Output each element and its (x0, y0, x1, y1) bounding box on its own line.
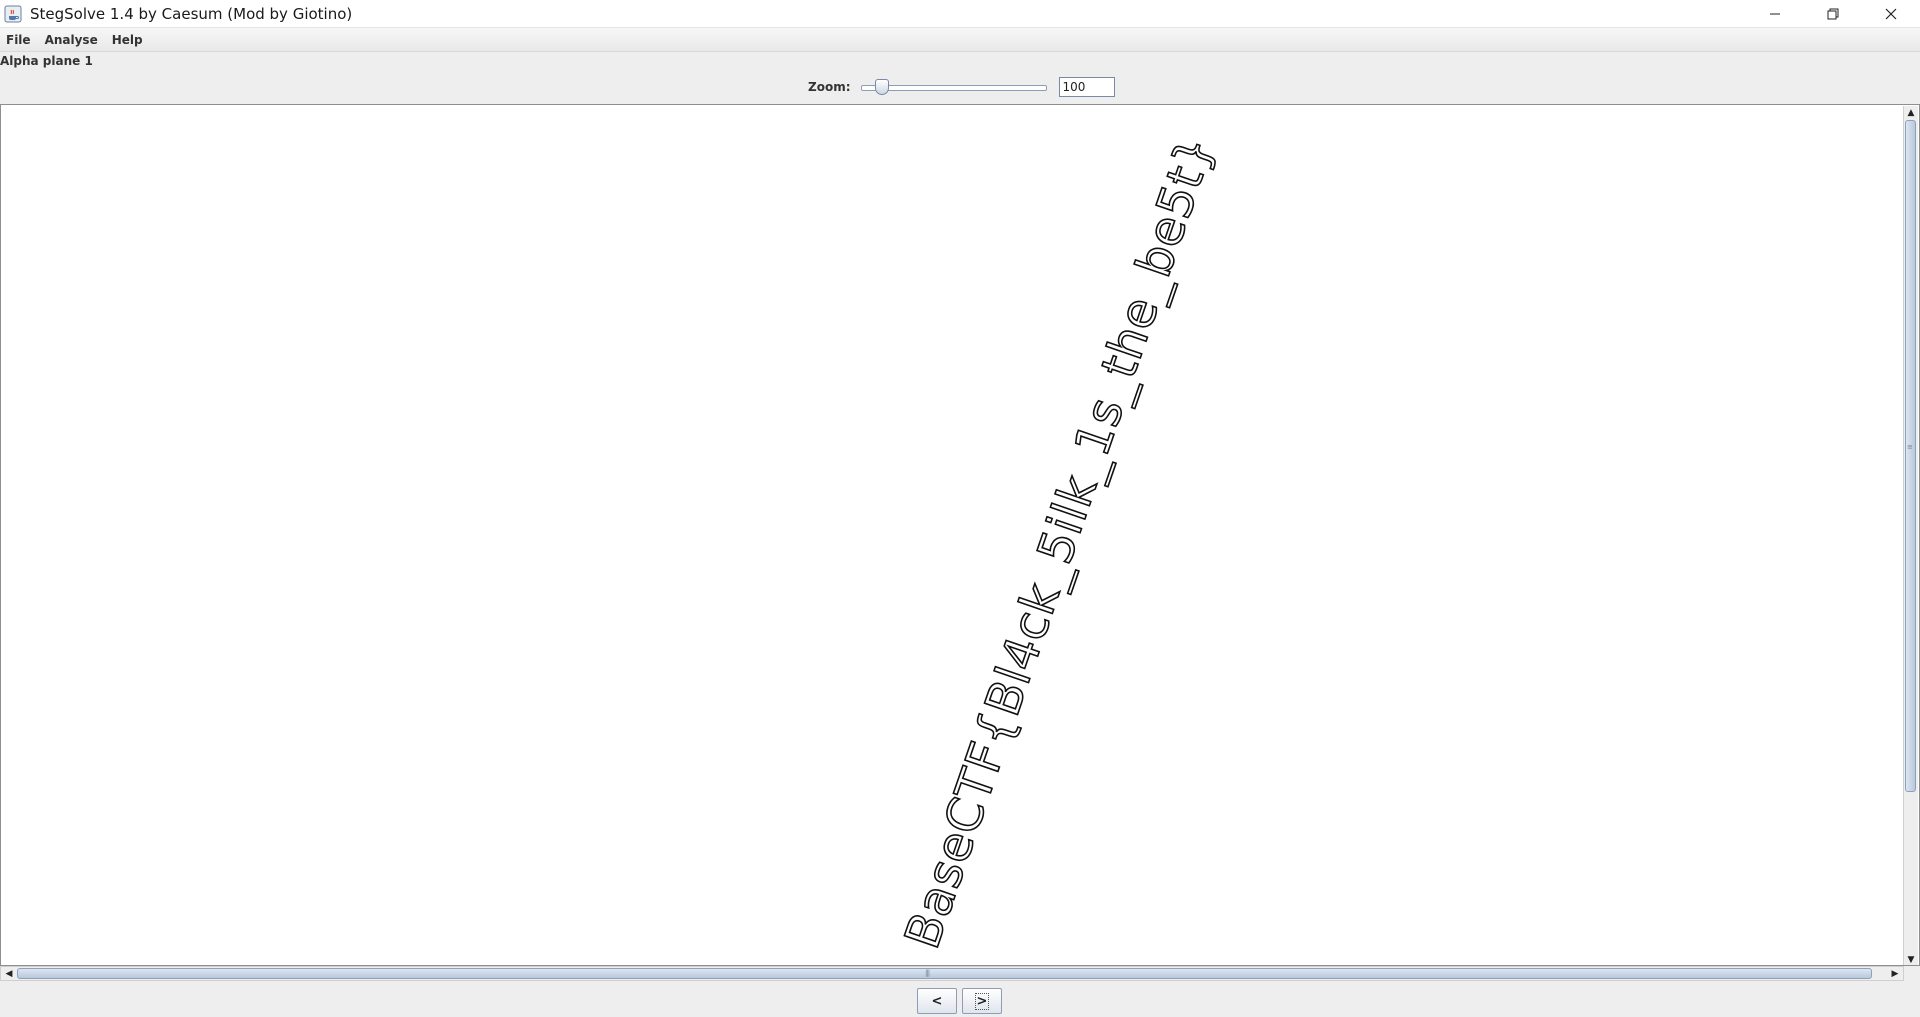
next-plane-label: > (974, 992, 990, 1010)
menu-analyse[interactable]: Analyse (38, 28, 105, 52)
menu-file[interactable]: File (0, 28, 38, 52)
horizontal-grip-icon: ||| (925, 969, 930, 977)
window-controls (1746, 0, 1920, 28)
prev-plane-button[interactable]: < (917, 988, 957, 1014)
scroll-left-icon[interactable]: ◀ (1, 967, 17, 981)
vertical-scrollbar[interactable]: ▲ ≡ ▼ (1903, 106, 1918, 965)
horizontal-scroll-thumb[interactable] (17, 968, 1872, 979)
zoom-slider[interactable] (860, 77, 1047, 97)
scroll-up-icon[interactable]: ▲ (1904, 106, 1918, 120)
zoom-controls: Zoom: (808, 76, 1115, 98)
scroll-right-icon[interactable]: ▶ (1887, 967, 1903, 981)
plane-label: Alpha plane 1 (0, 54, 93, 68)
minimize-icon[interactable] (1746, 0, 1804, 28)
menu-help[interactable]: Help (105, 28, 150, 52)
scroll-down-icon[interactable]: ▼ (1904, 953, 1918, 965)
java-coffee-icon (4, 5, 22, 23)
hidden-flag-text: BaseCTF{Bl4ck_5ilk_1s_the_be5t} (894, 128, 1227, 956)
menu-bar: File Analyse Help (0, 28, 1920, 52)
zoom-label: Zoom: (808, 80, 851, 94)
vertical-scroll-thumb[interactable] (1905, 120, 1916, 792)
title-bar: StegSolve 1.4 by Caesum (Mod by Giotino) (0, 0, 1920, 28)
image-viewport: BaseCTF{Bl4ck_5ilk_1s_the_be5t} ▲ ≡ ▼ (0, 104, 1920, 966)
zoom-slider-thumb[interactable] (874, 79, 889, 95)
restore-icon[interactable] (1804, 0, 1862, 28)
close-icon[interactable] (1862, 0, 1920, 28)
image-canvas: BaseCTF{Bl4ck_5ilk_1s_the_be5t} (2, 106, 1904, 965)
next-plane-button[interactable]: > (962, 988, 1002, 1014)
vertical-grip-icon: ≡ (1907, 443, 1913, 451)
horizontal-scrollbar[interactable]: ◀ ||| ▶ (0, 966, 1904, 981)
zoom-input[interactable] (1058, 77, 1115, 97)
window-title: StegSolve 1.4 by Caesum (Mod by Giotino) (30, 4, 353, 23)
